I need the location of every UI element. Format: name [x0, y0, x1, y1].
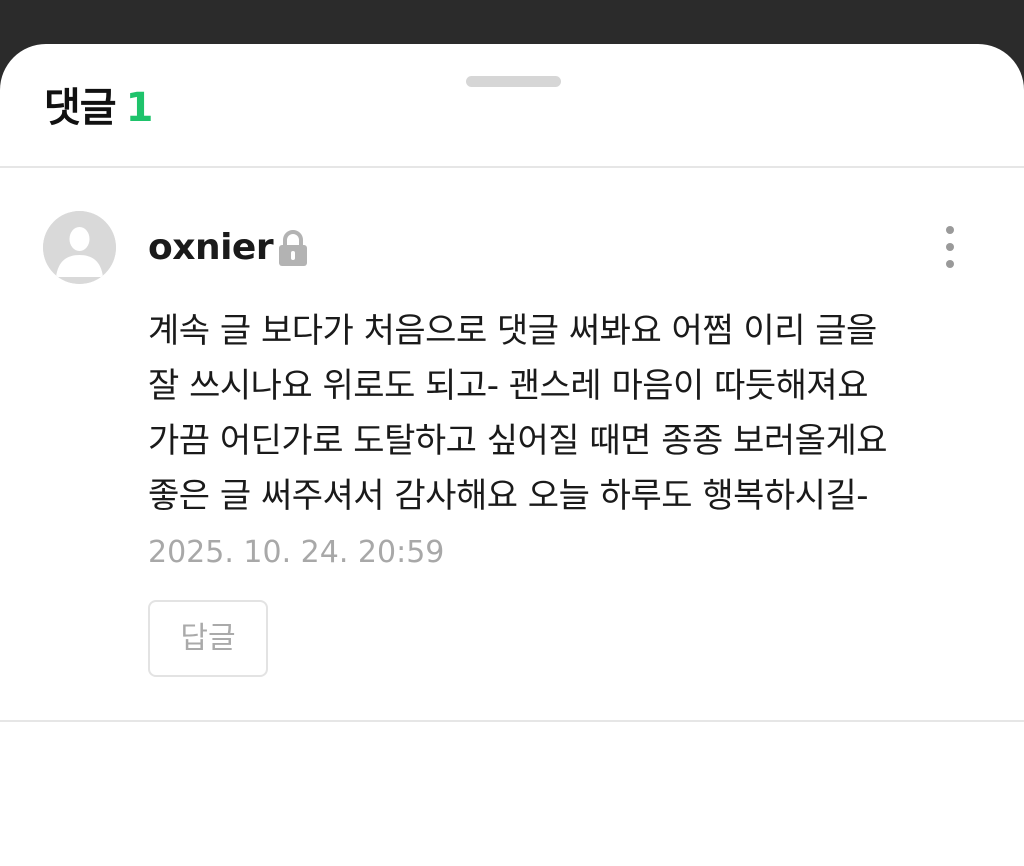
comments-title: 댓글 [44, 85, 117, 131]
comments-count: 1 [125, 85, 154, 131]
comment-line: 좋은 글 써주셔서 감사해요 오늘 하루도 행복하시길- [148, 476, 869, 516]
lock-icon [277, 228, 309, 268]
comment-timestamp: 2025. 10. 24. 20:59 [148, 535, 445, 570]
comment-divider [0, 720, 1024, 722]
reply-button[interactable]: 답글 [148, 600, 268, 677]
sheet-drag-handle[interactable] [466, 76, 561, 87]
header-divider [0, 166, 1024, 168]
comment-line: 잘 쓰시나요 위로도 되고- 괜스레 마음이 따듯해져요 [148, 366, 869, 406]
default-avatar-icon[interactable] [43, 211, 116, 284]
comment-line: 가끔 어딘가로 도탈하고 싶어질 때면 종종 보러올게요 [148, 421, 888, 461]
more-vertical-icon[interactable] [930, 222, 970, 272]
comment-line: 계속 글 보다가 처음으로 댓글 써봐요 어쩜 이리 글을 [148, 311, 877, 351]
comments-header: 댓글 1 [44, 84, 154, 132]
comment-body: 계속 글 보다가 처음으로 댓글 써봐요 어쩜 이리 글을 잘 쓰시나요 위로도… [148, 304, 978, 524]
comment-author[interactable]: oxnier [148, 226, 274, 270]
